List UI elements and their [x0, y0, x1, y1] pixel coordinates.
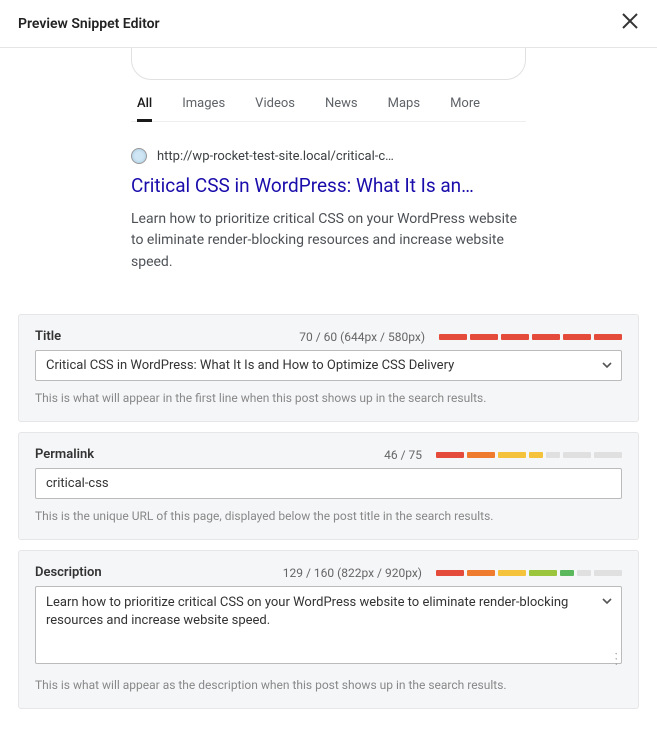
- score-segment: [436, 570, 464, 576]
- editor-header: Preview Snippet Editor: [0, 0, 657, 48]
- description-label: Description: [35, 565, 102, 580]
- globe-icon: [131, 148, 147, 164]
- tab-all[interactable]: All: [137, 96, 152, 121]
- permalink-score-bar: [436, 452, 622, 458]
- score-segment: [594, 334, 622, 340]
- title-label: Title: [35, 329, 61, 344]
- title-counter: 70 / 60 (644px / 580px): [299, 330, 425, 344]
- close-icon[interactable]: [621, 12, 639, 35]
- serp-tabs: All Images Videos News Maps More: [131, 96, 526, 122]
- score-segment: [439, 334, 467, 340]
- description-counter: 129 / 160 (822px / 920px): [283, 566, 422, 580]
- score-segment: [467, 570, 495, 576]
- permalink-label: Permalink: [35, 447, 94, 462]
- score-segment: [546, 452, 560, 458]
- tab-news[interactable]: News: [325, 96, 358, 121]
- description-help: This is what will appear as the descript…: [35, 678, 622, 692]
- score-segment: [470, 334, 498, 340]
- score-segment: [594, 570, 622, 576]
- title-input[interactable]: [35, 350, 622, 381]
- score-segment: [501, 334, 529, 340]
- score-segment: [498, 570, 526, 576]
- score-segment: [560, 570, 574, 576]
- permalink-counter: 46 / 75: [384, 448, 422, 462]
- title-help: This is what will appear in the first li…: [35, 391, 622, 405]
- description-input[interactable]: [35, 586, 622, 664]
- editor-title: Preview Snippet Editor: [18, 16, 160, 32]
- score-segment: [498, 452, 526, 458]
- title-score-bar: [439, 334, 622, 340]
- permalink-input[interactable]: [35, 468, 622, 499]
- description-field-group: Description 129 / 160 (822px / 920px) ⋰ …: [18, 550, 639, 709]
- search-box: [131, 48, 526, 80]
- title-field-group: Title 70 / 60 (644px / 580px) This is wh…: [18, 314, 639, 422]
- permalink-help: This is the unique URL of this page, dis…: [35, 509, 622, 523]
- tab-images[interactable]: Images: [182, 96, 225, 121]
- result-url: http://wp-rocket-test-site.local/critica…: [157, 149, 394, 164]
- serp-result: http://wp-rocket-test-site.local/critica…: [131, 148, 526, 294]
- score-segment: [467, 452, 495, 458]
- score-segment: [563, 334, 591, 340]
- serp-preview: All Images Videos News Maps More http://…: [0, 48, 657, 304]
- score-segment: [577, 570, 591, 576]
- score-segment: [529, 570, 557, 576]
- result-title: Critical CSS in WordPress: What It Is an…: [131, 174, 526, 199]
- score-segment: [532, 334, 560, 340]
- score-segment: [529, 452, 543, 458]
- tab-videos[interactable]: Videos: [255, 96, 295, 121]
- permalink-field-group: Permalink 46 / 75 This is the unique URL…: [18, 432, 639, 540]
- tab-maps[interactable]: Maps: [388, 96, 420, 121]
- result-url-row: http://wp-rocket-test-site.local/critica…: [131, 148, 526, 164]
- score-segment: [594, 452, 622, 458]
- result-description: Learn how to prioritize critical CSS on …: [131, 209, 526, 274]
- description-score-bar: [436, 570, 622, 576]
- tab-more[interactable]: More: [450, 96, 480, 121]
- score-segment: [563, 452, 591, 458]
- score-segment: [436, 452, 464, 458]
